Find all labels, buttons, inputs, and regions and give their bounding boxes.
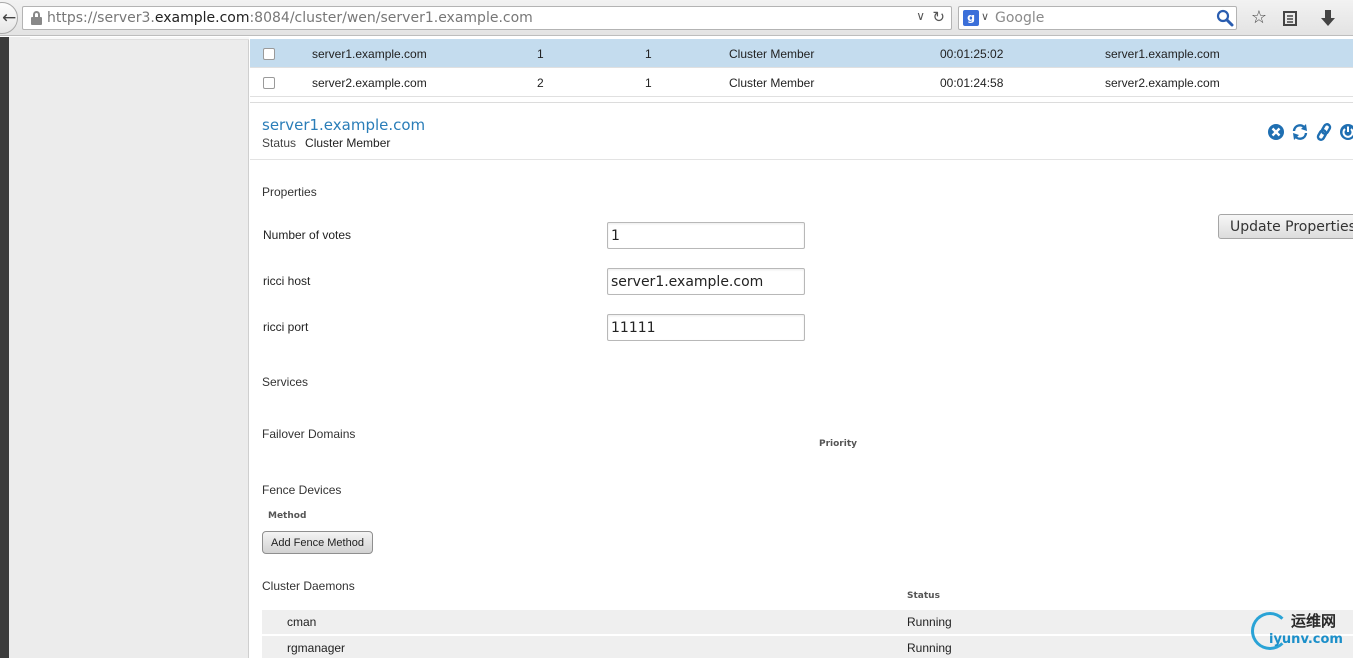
left-nav-panel <box>0 37 249 658</box>
watermark-cn-text: 运维网 <box>1291 612 1337 630</box>
node-table: server1.example.com 1 1 Cluster Member 0… <box>250 39 1353 97</box>
table-row[interactable]: server1.example.com 1 1 Cluster Member 0… <box>250 39 1353 68</box>
search-bar[interactable]: g ∨ Google <box>958 6 1237 30</box>
node-votes-cell: 1 <box>645 47 652 61</box>
add-fence-method-button[interactable]: Add Fence Method <box>262 531 373 554</box>
node-uptime-cell: 00:01:24:58 <box>940 76 1004 90</box>
node-ricci-host-cell: server2.example.com <box>1105 76 1220 90</box>
properties-heading: Properties <box>262 185 317 199</box>
search-input[interactable]: Google <box>995 10 1044 26</box>
failover-domains-heading: Failover Domains <box>262 427 356 441</box>
fence-devices-heading: Fence Devices <box>262 483 342 497</box>
cluster-daemons-heading: Cluster Daemons <box>262 579 355 593</box>
back-button[interactable]: ← <box>0 2 18 34</box>
ricci-port-label: ricci port <box>263 320 309 334</box>
bookmarks-menu-icon[interactable] <box>1278 6 1302 30</box>
node-id-cell: 2 <box>537 76 544 90</box>
url-dropdown-icon[interactable]: ∨ <box>916 9 925 23</box>
votes-label: Number of votes <box>263 228 352 242</box>
search-engine-dropdown-icon[interactable]: ∨ <box>981 10 989 23</box>
search-engine-icon[interactable]: g <box>963 10 979 26</box>
node-id-cell: 1 <box>537 47 544 61</box>
left-nav-divider <box>30 37 249 40</box>
node-name-cell[interactable]: server1.example.com <box>312 47 427 61</box>
remove-icon[interactable] <box>1267 123 1285 141</box>
row-checkbox[interactable] <box>263 77 275 89</box>
node-status-line: Status Cluster Member <box>262 136 390 150</box>
votes-input[interactable] <box>607 222 805 249</box>
daemon-status: Running <box>907 615 952 629</box>
node-status-cell: Cluster Member <box>729 47 815 61</box>
table-row[interactable]: server2.example.com 2 1 Cluster Member 0… <box>250 68 1353 97</box>
left-nav-edge <box>0 37 9 658</box>
refresh-icon[interactable] <box>1291 123 1309 141</box>
daemon-row: rgmanager Running <box>262 636 1353 658</box>
link-icon[interactable] <box>1315 123 1333 141</box>
daemon-name: cman <box>287 615 317 629</box>
node-detail-panel: server1.example.com Status Cluster Member… <box>250 102 1353 658</box>
ricci-host-label: ricci host <box>263 274 311 288</box>
back-arrow-icon: ← <box>2 8 17 28</box>
node-ricci-host-cell: server1.example.com <box>1105 47 1220 61</box>
search-icon[interactable] <box>1216 9 1234 27</box>
daemon-status: Running <box>907 641 952 655</box>
download-icon[interactable] <box>1316 6 1340 30</box>
daemon-row: cman Running <box>262 610 1353 634</box>
power-icon[interactable] <box>1339 123 1353 141</box>
method-column-header: Method <box>268 511 307 521</box>
update-properties-button[interactable]: Update Properties <box>1218 214 1353 239</box>
reload-icon[interactable]: ↻ <box>932 8 945 26</box>
node-uptime-cell: 00:01:25:02 <box>940 47 1004 61</box>
daemon-status-column-header: Status <box>907 591 940 601</box>
browser-toolbar: ← https://server3.example.com:8084/clust… <box>0 0 1353 36</box>
address-bar[interactable]: https://server3.example.com:8084/cluster… <box>22 6 952 30</box>
lock-icon <box>31 11 42 25</box>
row-checkbox[interactable] <box>263 48 275 60</box>
ricci-host-input[interactable] <box>607 268 805 295</box>
watermark-en-text: iyunv.com <box>1269 632 1343 647</box>
node-title: server1.example.com <box>262 116 426 134</box>
ricci-port-input[interactable] <box>607 314 805 341</box>
node-status-cell: Cluster Member <box>729 76 815 90</box>
daemon-name: rgmanager <box>287 641 346 655</box>
status-label: Status <box>262 136 297 150</box>
header-separator <box>250 159 1353 160</box>
node-votes-cell: 1 <box>645 76 652 90</box>
priority-column-header: Priority <box>819 439 857 449</box>
url-text[interactable]: https://server3.example.com:8084/cluster… <box>47 10 533 26</box>
services-heading: Services <box>262 375 309 389</box>
node-name-cell[interactable]: server2.example.com <box>312 76 427 90</box>
bookmark-star-icon[interactable]: ☆ <box>1247 6 1271 30</box>
watermark-logo: 运维网 iyunv.com <box>1249 608 1353 658</box>
status-value: Cluster Member <box>305 136 391 150</box>
